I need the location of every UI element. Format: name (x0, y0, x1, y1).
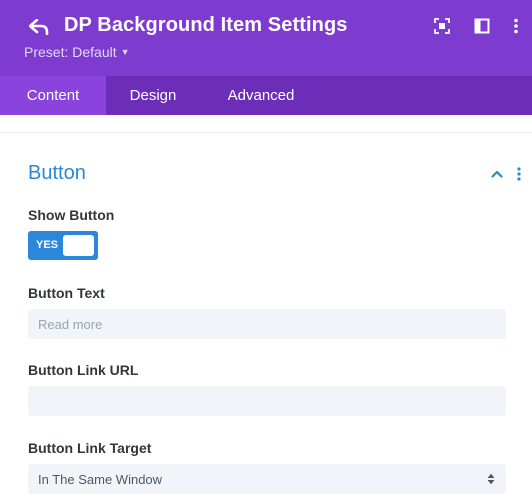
preset-label: Preset: Default (24, 44, 117, 60)
toggle-state-text: YES (36, 239, 59, 251)
section-divider (0, 132, 532, 133)
screenshot-frame-icon[interactable] (433, 17, 451, 35)
caret-down-icon: ▼ (120, 47, 130, 57)
select-value: In The Same Window (38, 472, 163, 487)
tab-design[interactable]: Design (118, 76, 188, 115)
button-text-input[interactable] (28, 309, 506, 339)
button-link-target-select[interactable]: In The Same Window (28, 464, 506, 494)
toggle-knob (63, 235, 94, 256)
button-text-label: Button Text (28, 285, 105, 301)
preset-dropdown[interactable]: Preset: Default ▼ (24, 44, 130, 60)
modal-title: DP Background Item Settings (64, 14, 348, 36)
settings-header: DP Background Item Settings Preset: Defa… (0, 0, 532, 76)
tab-advanced[interactable]: Advanced (218, 76, 304, 115)
kebab-menu-icon[interactable] (512, 165, 526, 183)
tab-content[interactable]: Content (0, 76, 106, 115)
show-button-toggle[interactable]: YES (28, 231, 98, 260)
button-link-url-label: Button Link URL (28, 362, 139, 378)
kebab-menu-icon[interactable] (507, 17, 525, 35)
button-link-url-input[interactable] (28, 386, 506, 416)
back-arrow-icon[interactable] (28, 16, 50, 38)
tab-bar: Content Design Advanced (0, 76, 532, 115)
sidebar-layout-icon[interactable] (473, 17, 491, 35)
chevron-up-icon[interactable] (488, 166, 506, 182)
button-link-target-label: Button Link Target (28, 440, 152, 456)
section-title[interactable]: Button (28, 162, 86, 185)
show-button-label: Show Button (28, 207, 115, 223)
select-arrows-icon (486, 472, 496, 486)
